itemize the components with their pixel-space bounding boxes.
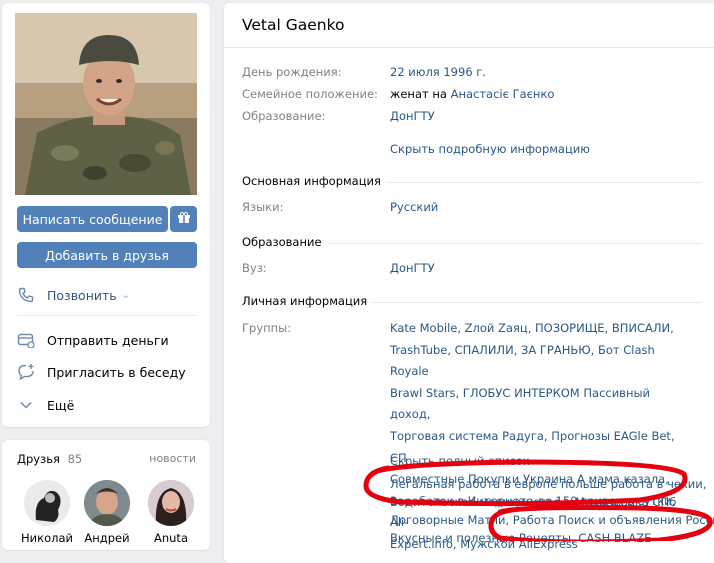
family-value: женат на Анастасіє Гаєнко	[390, 87, 554, 101]
invite-chat-action[interactable]: Пригласить в беседу	[16, 362, 186, 382]
spouse-link[interactable]: Анастасіє Гаєнко	[451, 87, 555, 101]
gift-icon	[177, 211, 190, 227]
groups-line[interactable]: Kate Mobile, Zлой Zаяц, ПОЗОРИЩЕ, ВПИСАЛ…	[390, 318, 690, 340]
friend-avatar	[24, 480, 70, 526]
invite-chat-label: Пригласить в беседу	[47, 364, 186, 380]
write-message-label: Написать сообщение	[22, 211, 163, 227]
friend-avatar	[84, 480, 130, 526]
languages-value[interactable]: Русский	[390, 200, 438, 214]
gift-button[interactable]	[170, 206, 197, 232]
actions-divider	[17, 315, 197, 316]
friend-name: Николай	[21, 531, 73, 545]
groups-line[interactable]: Водительская медицинская... Медсправка С…	[390, 495, 676, 509]
groups-line[interactable]: TrashTube, СПАЛИЛИ, ЗА ГРАНЬЮ, Бот Clash…	[390, 340, 690, 383]
more-action[interactable]: Ещё	[16, 395, 74, 415]
friend-name: Anuta	[153, 531, 188, 545]
chat-add-icon	[16, 362, 36, 382]
birthday-label: День рождения:	[242, 65, 342, 79]
more-label: Ещё	[47, 397, 75, 413]
header-divider	[224, 47, 714, 48]
birthday-value[interactable]: 22 июля 1996 г.	[390, 65, 486, 79]
friends-block: Друзья 85 новости Николай Андрей Anuta	[2, 440, 210, 550]
avatar-photo	[15, 13, 197, 195]
groups-line[interactable]: Brawl Stars, ГЛОБУС ИНТЕРКОМ Пассивный д…	[390, 383, 690, 426]
write-message-button[interactable]: Написать сообщение	[17, 206, 168, 232]
groups-line[interactable]: Договорные Матчи, Работа Поиск и объявле…	[390, 513, 714, 527]
university-value[interactable]: ДонГТУ	[390, 261, 435, 275]
friends-count: 85	[67, 452, 83, 466]
send-money-label: Отправить деньги	[47, 332, 169, 348]
send-money-action[interactable]: Отправить деньги	[16, 330, 169, 350]
family-label: Семейное положение:	[242, 87, 378, 101]
profile-avatar[interactable]	[15, 13, 197, 195]
university-label: Вуз:	[242, 261, 267, 275]
groups-line[interactable]: Легальная работа в европе польше работа …	[390, 477, 706, 491]
main-info-heading: Основная информация	[242, 174, 387, 188]
show-full-list-link[interactable]: Скрыть полный список	[390, 454, 530, 468]
personal-info-heading: Личная информация	[242, 294, 374, 308]
friend-avatar	[148, 480, 194, 526]
education-label: Образование:	[242, 109, 326, 123]
add-friend-label: Добавить в друзья	[45, 247, 169, 263]
friend-item[interactable]: Anuta	[141, 480, 201, 545]
groups-label: Группы:	[242, 321, 292, 335]
money-card-icon	[16, 330, 36, 350]
profile-name: Vetal Gaenko	[242, 16, 345, 34]
groups-line[interactable]: Вкусные и полезные Рецепты, CASH BLAZE	[390, 531, 651, 545]
friend-name: Андрей	[84, 531, 130, 545]
phone-icon	[16, 285, 36, 305]
friend-item[interactable]: Николай	[17, 480, 77, 545]
hide-details-link[interactable]: Скрыть подробную информацию	[390, 142, 590, 156]
friends-news-link[interactable]: новости	[149, 452, 196, 465]
chevron-down-icon: ⌄	[121, 289, 131, 301]
friend-item[interactable]: Андрей	[77, 480, 137, 545]
friends-header[interactable]: Друзья 85	[17, 452, 82, 466]
chevron-down-icon	[16, 395, 36, 415]
call-action[interactable]: Позвонить ⌄	[16, 285, 130, 305]
education-heading: Образование	[242, 235, 328, 249]
friends-title: Друзья	[17, 452, 60, 466]
family-prefix: женат на	[390, 87, 447, 101]
languages-label: Языки:	[242, 200, 284, 214]
call-label: Позвонить	[47, 287, 117, 303]
add-friend-button[interactable]: Добавить в друзья	[17, 242, 197, 268]
education-value[interactable]: ДонГТУ	[390, 109, 435, 123]
